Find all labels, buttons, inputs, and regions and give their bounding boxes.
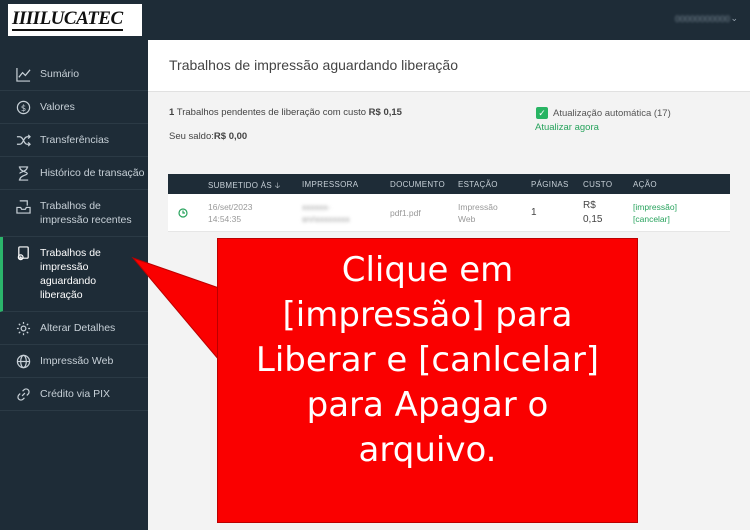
shuffle-icon: [14, 133, 32, 147]
globe-icon: [14, 354, 32, 368]
row-cost-line2: 0,15: [583, 214, 603, 225]
gear-icon: [14, 321, 32, 335]
sidebar-item-label: Trabalhos de impressão aguardando libera…: [40, 247, 101, 301]
row-printer-line2: srv\xxxxxxxx: [302, 214, 350, 224]
col-station: ESTAÇÃO: [458, 180, 498, 189]
sidebar-item-label: Impressão Web: [40, 355, 114, 367]
col-pages: PÁGINAS: [531, 180, 569, 189]
col-submitted-label: SUBMETIDO ÀS: [208, 181, 273, 190]
auto-refresh-label: Atualização automática (17): [553, 107, 671, 119]
sidebar-item-label: Trabalhos de impressão recentes: [40, 200, 132, 226]
page-header: Trabalhos de impressão aguardando libera…: [148, 40, 750, 92]
instruction-line: para Apagar o: [306, 385, 549, 425]
sidebar-item-aguardando-liberacao[interactable]: Trabalhos de impressão aguardando libera…: [0, 237, 148, 312]
instruction-line: Clique em: [341, 250, 514, 290]
brand-logo-text: IIIILUCATEC: [12, 8, 123, 31]
sidebar-item-sumario[interactable]: Sumário: [0, 58, 148, 91]
print-queue-icon: [14, 245, 32, 260]
row-station-line2: Web: [458, 214, 476, 224]
auto-refresh-toggle[interactable]: ✓ Atualização automática (17): [536, 107, 671, 119]
auto-refresh-checkbox[interactable]: ✓: [536, 107, 548, 119]
instruction-line: Liberar e [canlcelar]: [255, 340, 600, 380]
sidebar-item-historico[interactable]: Histórico de transação: [0, 157, 148, 190]
clock-icon: [178, 208, 188, 220]
page-title: Trabalhos de impressão aguardando libera…: [169, 57, 458, 73]
table-header: SUBMETIDO ÀS 🡣 IMPRESSORA DOCUMENTO ESTA…: [168, 174, 730, 194]
instruction-line: [impressão] para: [282, 295, 573, 335]
pending-summary: 1 Trabalhos pendentes de liberação com c…: [169, 107, 402, 118]
sidebar-item-label: Alterar Detalhes: [40, 322, 116, 334]
row-actions: [impressão] [cancelar]: [633, 201, 677, 225]
chevron-down-icon[interactable]: ⌄: [730, 13, 738, 24]
sidebar-item-label: Histórico de transação: [40, 167, 145, 179]
sidebar-item-credito-pix[interactable]: Crédito via PIX: [0, 378, 148, 411]
balance-label: Seu saldo:: [169, 131, 214, 142]
hourglass-icon: [14, 165, 32, 181]
sort-down-icon: 🡣: [274, 181, 281, 190]
top-bar: IIIILUCATEC 00000000000 ⌄: [0, 0, 750, 40]
dollar-circle-icon: $: [14, 100, 32, 114]
chart-line-icon: [14, 67, 32, 82]
row-date: 16/set/2023: [208, 202, 253, 212]
release-print-link[interactable]: [impressão]: [633, 201, 677, 213]
sidebar-item-label: Transferências: [40, 134, 110, 146]
user-menu-name[interactable]: 00000000000: [675, 14, 730, 24]
col-document: DOCUMENTO: [390, 180, 445, 189]
table-row: 16/set/2023 14:54:35 xxxxxx- srv\xxxxxxx…: [168, 194, 730, 232]
refresh-now-link[interactable]: Atualizar agora: [535, 122, 599, 133]
sidebar-item-alterar-detalhes[interactable]: Alterar Detalhes: [0, 312, 148, 345]
pending-text: Trabalhos pendentes de liberação com cus…: [176, 107, 367, 118]
balance-value: R$ 0,00: [213, 131, 248, 142]
sidebar-item-label: Sumário: [40, 68, 80, 80]
jobs-table: SUBMETIDO ÀS 🡣 IMPRESSORA DOCUMENTO ESTA…: [168, 174, 730, 232]
col-cost: CUSTO: [583, 180, 613, 189]
sidebar-item-label: Valores: [40, 101, 75, 113]
sidebar-item-label: Crédito via PIX: [40, 388, 111, 400]
row-printer-line1: xxxxxx-: [302, 202, 331, 212]
row-document: pdf1.pdf: [390, 208, 421, 218]
svg-text:$: $: [20, 102, 25, 112]
col-submitted[interactable]: SUBMETIDO ÀS 🡣: [208, 180, 281, 194]
row-station-line1: Impressão: [458, 202, 498, 212]
brand-logo[interactable]: IIIILUCATEC: [8, 4, 142, 36]
link-icon: [14, 387, 32, 401]
pending-count: 1: [169, 107, 175, 118]
col-printer: IMPRESSORA: [302, 180, 359, 189]
sidebar-item-valores[interactable]: $ Valores: [0, 91, 148, 124]
sidebar: Sumário $ Valores Transferências Históri…: [0, 40, 148, 530]
row-pages: 1: [531, 207, 537, 218]
inbox-tray-icon: [14, 199, 32, 214]
col-action: AÇÃO: [633, 180, 657, 189]
row-cost-line1: R$: [583, 200, 596, 211]
row-time: 14:54:35: [208, 214, 242, 224]
sidebar-item-recentes[interactable]: Trabalhos de impressão recentes: [0, 190, 148, 237]
instruction-text: Clique em [impressão] para Liberar e [ca…: [217, 248, 638, 473]
instruction-line: arquivo.: [358, 430, 497, 470]
sidebar-item-impressao-web[interactable]: Impressão Web: [0, 345, 148, 378]
balance-summary: Seu saldo:R$ 0,00: [169, 131, 247, 142]
sidebar-item-transferencias[interactable]: Transferências: [0, 124, 148, 157]
cancel-print-link[interactable]: [cancelar]: [633, 213, 677, 225]
pending-cost: R$ 0,15: [368, 107, 402, 118]
